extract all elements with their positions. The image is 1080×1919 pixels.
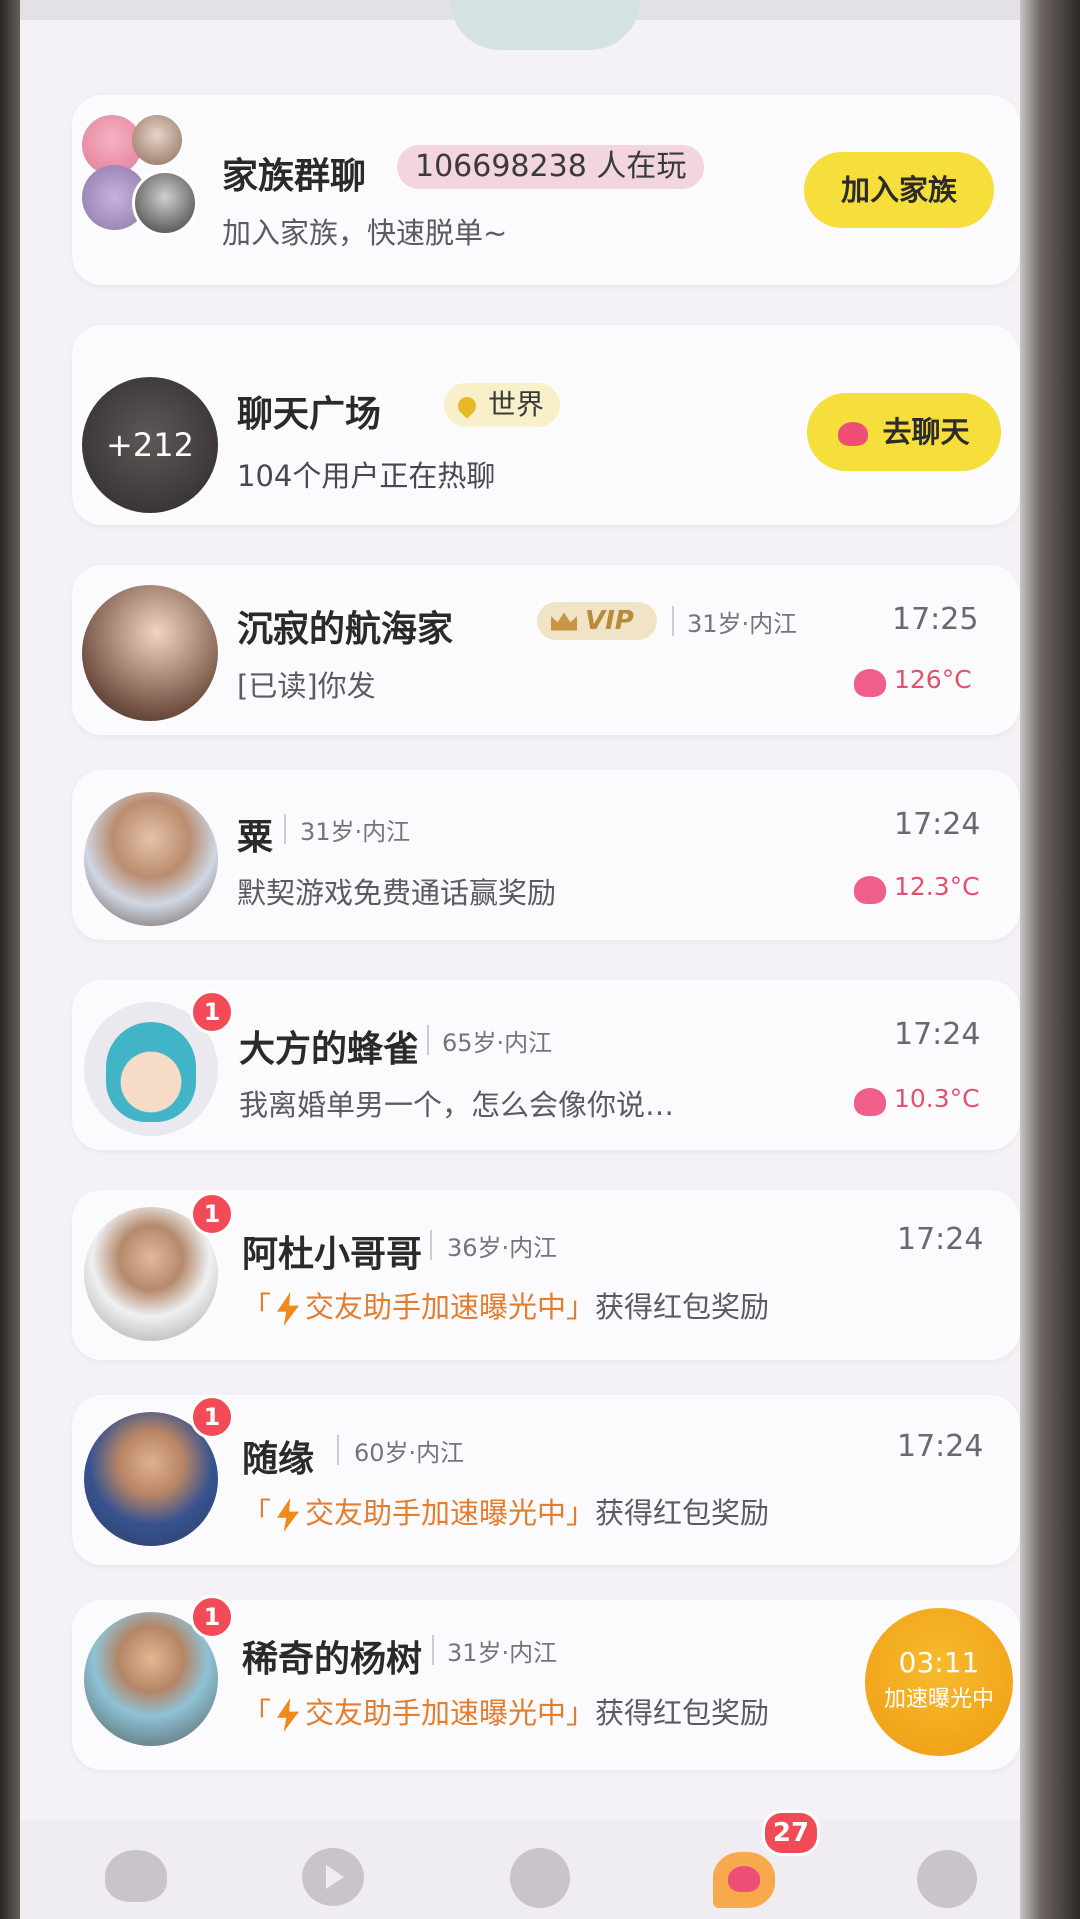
user-meta: 31岁·内江 xyxy=(300,818,411,846)
message-time: 17:25 xyxy=(892,602,979,637)
tip-text: 交友助手加速曝光中 xyxy=(305,1696,567,1730)
user-meta: 65岁·内江 xyxy=(442,1029,553,1057)
bottom-navigation: 27 xyxy=(20,1810,1020,1919)
divider xyxy=(284,814,286,844)
screen: 家族群聊 106698238 人在玩 加入家族，快速脱单~ 加入家族 +212 … xyxy=(20,0,1020,1919)
unread-badge: 1 xyxy=(190,990,234,1034)
message-preview: 我离婚单男一个，怎么会像你说… xyxy=(239,1088,675,1122)
divider xyxy=(432,1635,434,1665)
message-time: 17:24 xyxy=(897,1222,984,1257)
tip-rest: 获得红包奖励 xyxy=(595,1696,770,1730)
plaza-location-pill: 世界 xyxy=(444,383,561,427)
intimacy-temperature: 12.3°C xyxy=(894,872,980,901)
top-tab[interactable] xyxy=(450,0,640,50)
user-meta: 31岁·内江 xyxy=(687,610,798,638)
user-name: 大方的蜂雀 xyxy=(239,1029,420,1070)
tip-text: 交友助手加速曝光中 xyxy=(305,1290,567,1324)
assistant-tip: 「交友助手加速曝光中」获得红包奖励 xyxy=(242,1284,769,1326)
boost-label: 加速曝光中 xyxy=(883,1687,994,1712)
user-meta: 31岁·内江 xyxy=(447,1639,558,1667)
device-frame-right xyxy=(1020,0,1080,1919)
plaza-avatar: +212 xyxy=(82,377,218,513)
messages-heart xyxy=(728,1866,760,1892)
go-chat-label: 去聊天 xyxy=(882,415,970,449)
family-avatar-4 xyxy=(132,170,198,236)
nav-messages-icon[interactable] xyxy=(713,1852,775,1908)
plaza-subtitle: 104个用户正在热聊 xyxy=(237,459,496,493)
lightning-icon xyxy=(277,1292,300,1326)
message-preview: 默契游戏免费通话赢奖励 xyxy=(237,876,557,910)
tip-quote-close: 」 xyxy=(566,1290,596,1324)
user-name: 阿杜小哥哥 xyxy=(242,1234,423,1275)
chat-row[interactable]: 粟 31岁·内江 17:24 默契游戏免费通话赢奖励 12.3°C xyxy=(72,770,1020,940)
tip-rest: 获得红包奖励 xyxy=(595,1496,770,1530)
boost-exposure-button[interactable]: 03:11 加速曝光中 xyxy=(865,1608,1013,1756)
family-avatar-2 xyxy=(132,115,182,165)
intimacy-temperature: 126°C xyxy=(894,665,972,694)
nav-planet-icon[interactable] xyxy=(510,1848,570,1908)
message-time: 17:24 xyxy=(894,807,981,842)
heart-icon xyxy=(838,422,869,446)
family-avatar-cluster xyxy=(82,115,202,236)
family-subtitle: 加入家族，快速脱单~ xyxy=(222,216,508,250)
go-chat-button[interactable]: 去聊天 xyxy=(807,393,1001,471)
chat-row[interactable]: 沉寂的航海家 VIP 31岁·内江 17:25 [已读]你发 126°C xyxy=(72,565,1020,735)
boost-timer: 03:11 xyxy=(898,1646,980,1679)
message-preview: [已读]你发 xyxy=(237,669,376,703)
location-pin-icon xyxy=(454,393,480,419)
nav-heart-icon[interactable] xyxy=(105,1850,167,1902)
join-family-button[interactable]: 加入家族 xyxy=(804,152,994,228)
user-name: 粟 xyxy=(237,817,274,858)
nav-profile-icon[interactable] xyxy=(917,1850,977,1908)
assistant-tip: 「交友助手加速曝光中」获得红包奖励 xyxy=(242,1490,769,1532)
intimacy-heart-icon xyxy=(854,669,886,697)
vip-label: VIP xyxy=(585,606,634,636)
tip-quote-close: 」 xyxy=(566,1696,596,1730)
tip-quote-open: 「 xyxy=(242,1696,272,1730)
plaza-location: 世界 xyxy=(488,388,545,421)
tip-rest: 获得红包奖励 xyxy=(595,1290,770,1324)
assistant-tip: 「交友助手加速曝光中」获得红包奖励 xyxy=(242,1690,769,1732)
user-name: 沉寂的航海家 xyxy=(237,609,454,650)
family-title: 家族群聊 xyxy=(222,156,367,197)
play-triangle xyxy=(326,1865,344,1889)
lightning-icon xyxy=(277,1698,300,1732)
message-time: 17:24 xyxy=(894,1017,981,1052)
vip-badge: VIP xyxy=(537,602,657,640)
device-frame-left xyxy=(0,0,22,1919)
unread-badge: 1 xyxy=(190,1395,234,1439)
divider xyxy=(430,1230,432,1260)
divider xyxy=(672,606,674,636)
crown-icon xyxy=(551,612,577,631)
messages-badge: 27 xyxy=(762,1810,820,1856)
intimacy-heart-icon xyxy=(854,876,886,904)
tip-quote-open: 「 xyxy=(242,1496,272,1530)
unread-badge: 1 xyxy=(190,1192,234,1236)
tip-quote-close: 」 xyxy=(566,1496,596,1530)
user-avatar xyxy=(82,585,218,721)
user-name: 随缘 xyxy=(242,1439,315,1480)
intimacy-temperature: 10.3°C xyxy=(894,1084,980,1113)
nav-play-icon[interactable] xyxy=(302,1848,364,1906)
chat-row[interactable]: 1 随缘 60岁·内江 17:24 「交友助手加速曝光中」获得红包奖励 xyxy=(72,1395,1020,1565)
chat-row[interactable]: 1 阿杜小哥哥 36岁·内江 17:24 「交友助手加速曝光中」获得红包奖励 xyxy=(72,1190,1020,1360)
players-pill: 106698238 人在玩 xyxy=(397,145,705,189)
plaza-title: 聊天广场 xyxy=(237,394,382,435)
divider xyxy=(427,1025,429,1055)
user-meta: 36岁·内江 xyxy=(447,1234,558,1262)
lightning-icon xyxy=(277,1498,300,1532)
message-time: 17:24 xyxy=(897,1429,984,1464)
tip-text: 交友助手加速曝光中 xyxy=(305,1496,567,1530)
cartoon-avatar xyxy=(106,1022,196,1122)
tip-quote-open: 「 xyxy=(242,1290,272,1324)
chat-row[interactable]: 1 大方的蜂雀 65岁·内江 17:24 我离婚单男一个，怎么会像你说… 10.… xyxy=(72,980,1020,1150)
unread-badge: 1 xyxy=(190,1595,234,1639)
user-name: 稀奇的杨树 xyxy=(242,1639,423,1680)
chat-plaza-card[interactable]: +212 聊天广场 世界 104个用户正在热聊 去聊天 xyxy=(72,325,1020,525)
intimacy-heart-icon xyxy=(854,1088,886,1116)
family-group-card[interactable]: 家族群聊 106698238 人在玩 加入家族，快速脱单~ 加入家族 xyxy=(72,95,1020,285)
user-meta: 60岁·内江 xyxy=(354,1439,465,1467)
divider xyxy=(337,1435,339,1465)
user-avatar xyxy=(84,792,218,926)
